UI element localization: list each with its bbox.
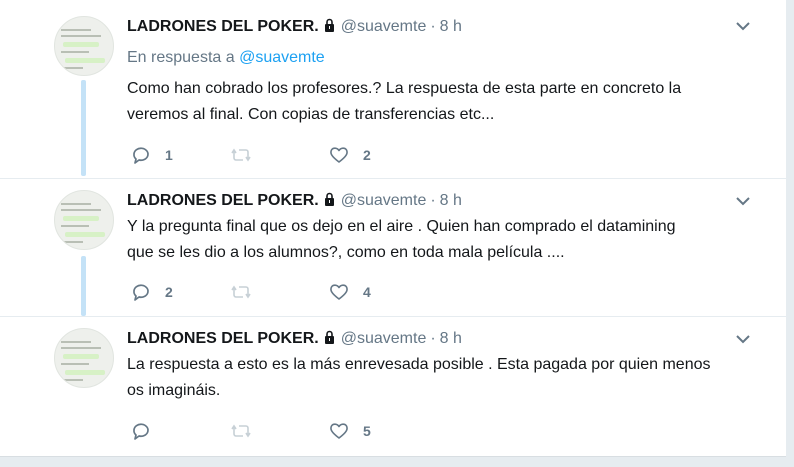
reply-icon <box>133 147 149 164</box>
reply-button[interactable]: 1 <box>131 145 173 165</box>
retweet-icon <box>231 148 251 162</box>
conversation-timeline: LADRONES DEL POKER. @suavemte · 8 h En resp… <box>0 0 786 456</box>
like-button[interactable]: 2 <box>329 145 371 165</box>
display-name[interactable]: LADRONES DEL POKER. <box>127 18 319 35</box>
lock-icon <box>324 192 334 206</box>
tweet[interactable]: LADRONES DEL POKER. @suavemte · 8 h La resp… <box>0 316 786 456</box>
user-handle[interactable]: @suavemte <box>341 18 427 35</box>
tweet-text: Y la pregunta final que os dejo en el ai… <box>127 214 747 266</box>
heart-icon <box>330 284 348 300</box>
avatar[interactable] <box>54 190 114 250</box>
reply-count: 1 <box>165 147 173 163</box>
like-button[interactable]: 5 <box>329 421 371 441</box>
avatar[interactable] <box>54 16 114 76</box>
tweet-header: LADRONES DEL POKER. @suavemte · 8 h <box>127 192 462 210</box>
reply-button[interactable] <box>131 421 165 441</box>
timestamp[interactable]: 8 h <box>440 18 462 35</box>
separator-dot: · <box>430 18 436 35</box>
heart-icon <box>330 423 348 439</box>
retweet-button[interactable] <box>231 282 265 302</box>
reply-icon <box>133 284 149 301</box>
retweet-button[interactable] <box>231 421 265 441</box>
timestamp[interactable]: 8 h <box>440 192 462 209</box>
tweet[interactable]: LADRONES DEL POKER. @suavemte · 8 h En resp… <box>0 0 786 179</box>
heart-icon <box>330 147 348 163</box>
reply-context: En respuesta a @suavemte <box>127 49 325 67</box>
tweet-text-line: que se les dio a los alumnos?, como en t… <box>127 244 565 261</box>
display-name[interactable]: LADRONES DEL POKER. <box>127 330 319 347</box>
like-count: 5 <box>363 423 371 439</box>
tweet-text-line: os imagináis. <box>127 382 221 399</box>
avatar[interactable] <box>54 328 114 388</box>
chevron-down-icon[interactable] <box>736 335 750 344</box>
retweet-button[interactable] <box>231 145 265 165</box>
tweet[interactable]: LADRONES DEL POKER. @suavemte · 8 h Y la pr… <box>0 178 786 317</box>
tweet-text-line: Y la pregunta final que os dejo en el ai… <box>127 218 676 235</box>
tweet-text-line: veremos al final. Con copias de transfer… <box>127 106 495 123</box>
tweet-header: LADRONES DEL POKER. @suavemte · 8 h <box>127 330 462 348</box>
reply-prefix: En respuesta a <box>127 49 235 66</box>
display-name[interactable]: LADRONES DEL POKER. <box>127 192 319 209</box>
separator-dot: · <box>430 192 436 209</box>
tweet-text-line: Como han cobrado los profesores.? La res… <box>127 80 682 97</box>
retweet-icon <box>231 424 251 438</box>
reply-mention-link[interactable]: @suavemte <box>239 49 325 66</box>
separator-dot: · <box>430 330 436 347</box>
timeline-footer <box>0 456 786 467</box>
chevron-down-icon[interactable] <box>736 22 750 31</box>
retweet-icon <box>231 285 251 299</box>
tweet-text-line: La respuesta a esto es la más enrevesada… <box>127 356 711 373</box>
reply-count: 2 <box>165 284 173 300</box>
user-handle[interactable]: @suavemte <box>341 192 427 209</box>
lock-icon <box>324 18 334 32</box>
like-button[interactable]: 4 <box>329 282 371 302</box>
reply-icon <box>133 423 149 440</box>
scrollbar[interactable] <box>786 0 794 466</box>
like-count: 4 <box>363 284 371 300</box>
tweet-text: La respuesta a esto es la más enrevesada… <box>127 352 747 404</box>
timestamp[interactable]: 8 h <box>440 330 462 347</box>
like-count: 2 <box>363 147 371 163</box>
tweet-header: LADRONES DEL POKER. @suavemte · 8 h <box>127 18 462 36</box>
user-handle[interactable]: @suavemte <box>341 330 427 347</box>
reply-button[interactable]: 2 <box>131 282 173 302</box>
chevron-down-icon[interactable] <box>736 197 750 206</box>
lock-icon <box>324 330 334 344</box>
tweet-text: Como han cobrado los profesores.? La res… <box>127 76 747 128</box>
